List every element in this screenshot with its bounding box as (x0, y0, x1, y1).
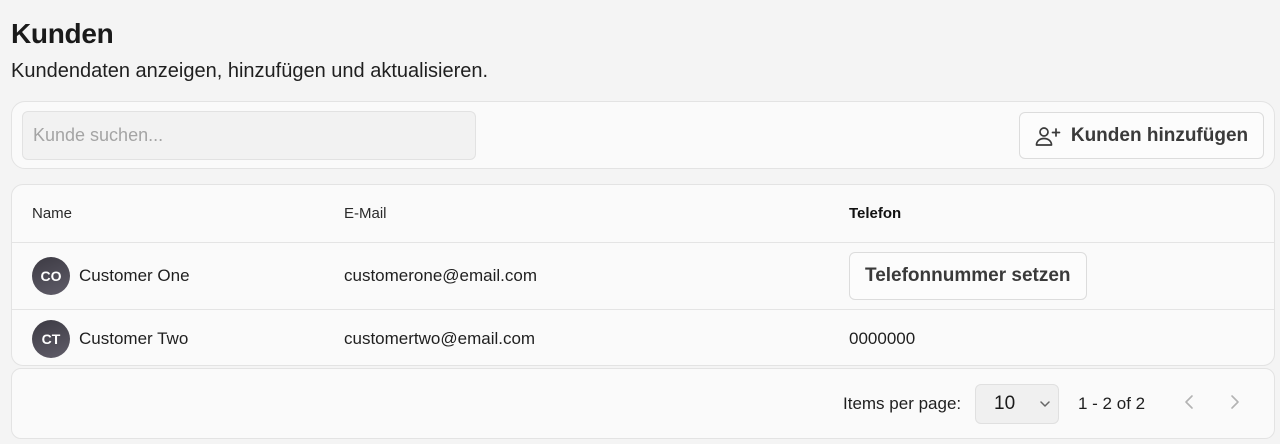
items-per-page-label: Items per page: (843, 393, 962, 413)
add-customer-button[interactable]: Kunden hinzufügen (1019, 112, 1264, 159)
phone-cell: 0000000 (849, 328, 916, 348)
column-header-email[interactable]: E-Mail (344, 185, 387, 242)
customers-table: Name E-Mail Telefon CO Customer One cust… (11, 184, 1275, 366)
chevron-left-icon (1184, 394, 1194, 415)
email-cell: customertwo@email.com (344, 328, 536, 348)
page-size-value: 10 (994, 393, 1016, 414)
toolbar: Kunden hinzufügen (11, 101, 1275, 169)
page-title: Kunden (11, 18, 114, 49)
previous-page-button[interactable] (1176, 391, 1202, 417)
avatar: CT (32, 319, 70, 358)
user-plus-icon (1035, 125, 1061, 147)
page-range: 1 - 2 of 2 (1078, 393, 1146, 413)
phone-cell: Telefonnummer setzen (849, 243, 1087, 309)
chevron-right-icon (1230, 394, 1240, 415)
search-input[interactable] (22, 111, 476, 160)
email-cell: customerone@email.com (344, 266, 537, 285)
page-size-select[interactable]: 10 (975, 384, 1059, 424)
customer-name: Customer Two (79, 328, 189, 348)
pagination: Items per page: 10 1 - 2 of 2 (11, 368, 1275, 439)
add-customer-label: Kunden hinzufügen (1070, 124, 1249, 146)
name-cell: CO Customer One (32, 243, 190, 309)
chevron-down-icon (1040, 398, 1050, 410)
customer-name: Customer One (79, 266, 190, 285)
set-phone-button[interactable]: Telefonnummer setzen (849, 252, 1087, 300)
table-header-row: Name E-Mail Telefon (12, 185, 1274, 243)
column-header-phone[interactable]: Telefon (849, 185, 901, 242)
avatar: CO (32, 257, 70, 295)
name-cell: CT Customer Two (32, 310, 189, 365)
table-row[interactable]: CT Customer Two customertwo@email.com 00… (12, 310, 1274, 365)
page-subtitle: Kundendaten anzeigen, hinzufügen und akt… (11, 60, 489, 82)
column-header-name[interactable]: Name (32, 185, 72, 242)
table-row[interactable]: CO Customer One customerone@email.com Te… (12, 243, 1274, 310)
next-page-button[interactable] (1222, 391, 1248, 417)
